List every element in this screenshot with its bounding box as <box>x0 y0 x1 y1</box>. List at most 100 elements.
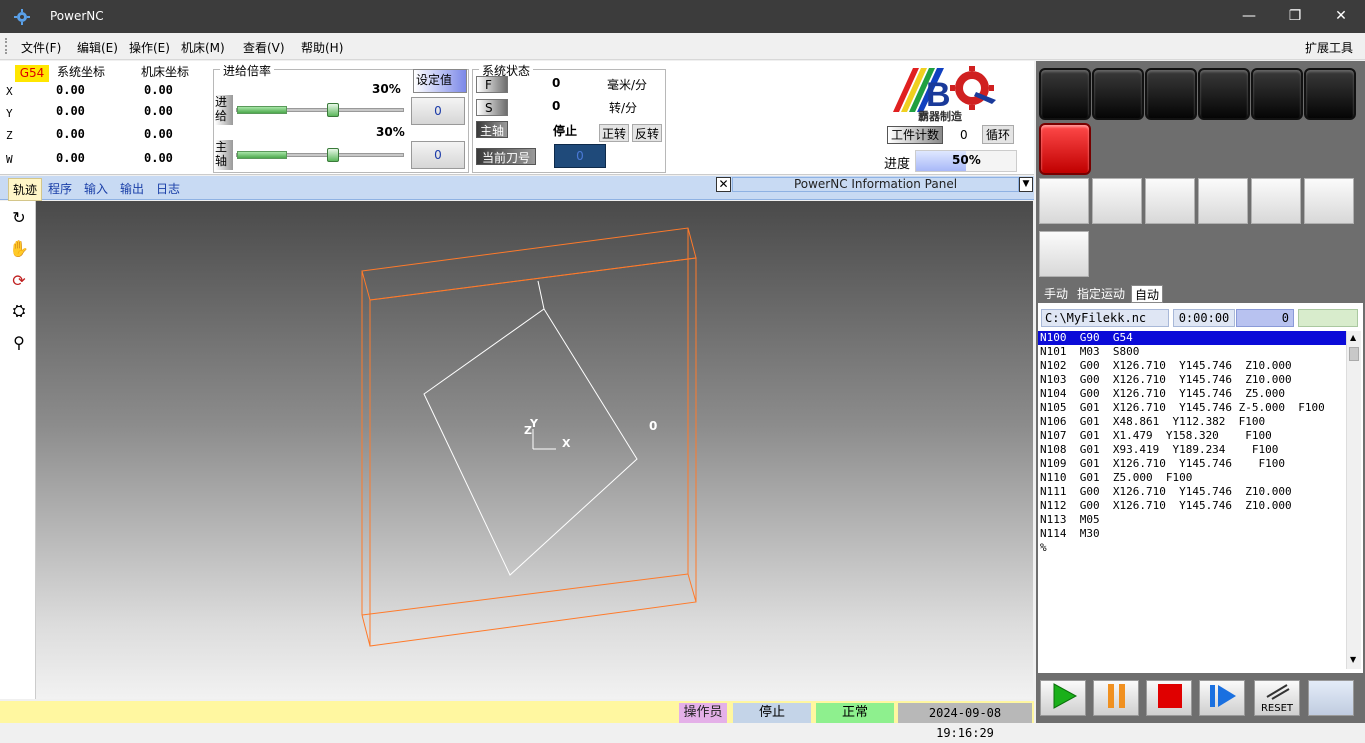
gcode-scrollbar[interactable]: ▲ ▼ <box>1346 331 1361 669</box>
gcode-line[interactable]: N111 G00 X126.710 Y145.746 Z10.000 <box>1038 485 1346 499</box>
feed-slider-fill <box>237 106 287 114</box>
feed-hold-button[interactable] <box>1093 680 1139 716</box>
function-button-2[interactable] <box>1092 68 1144 120</box>
reset-button[interactable]: RESET <box>1254 680 1300 716</box>
feed-percent: 30% <box>372 82 401 96</box>
info-panel-close-icon[interactable]: ✕ <box>716 177 731 192</box>
key-button-3[interactable] <box>1145 178 1195 224</box>
key-button-2[interactable] <box>1092 178 1142 224</box>
gcode-line[interactable]: N106 G01 X48.861 Y112.382 F100 <box>1038 415 1346 429</box>
progress-bar: 50% <box>915 150 1017 172</box>
step-icon <box>1210 685 1236 707</box>
datetime-status: 2024-09-08 19:16:29 <box>898 703 1032 740</box>
menu-edit[interactable]: 编辑(E) <box>77 39 118 56</box>
gcode-listing[interactable]: N100 G90 G54 N101 M03 S800 N102 G00 X126.7… <box>1038 331 1346 669</box>
scroll-up-icon[interactable]: ▲ <box>1350 333 1356 342</box>
gcode-line[interactable]: N107 G01 X1.479 Y158.320 F100 <box>1038 429 1346 443</box>
scroll-thumb[interactable] <box>1349 347 1359 361</box>
function-button-5[interactable] <box>1251 68 1303 120</box>
pause-icon <box>1108 684 1125 708</box>
menu-extension-tools[interactable]: 扩展工具 <box>1305 39 1353 56</box>
axis-label-y: Y <box>6 107 13 120</box>
minimize-button[interactable]: — <box>1226 0 1272 33</box>
stop-button[interactable] <box>1146 680 1192 716</box>
loop-button[interactable]: 循环 <box>982 125 1014 144</box>
restore-button[interactable]: ❐ <box>1272 0 1318 33</box>
x-machine-value: 0.00 <box>144 83 173 97</box>
function-button-6[interactable] <box>1304 68 1356 120</box>
spindle-slider-thumb[interactable] <box>327 148 339 162</box>
gcode-line[interactable]: N105 G01 X126.710 Y145.746 Z-5.000 F100 <box>1038 401 1346 415</box>
function-button-4[interactable] <box>1198 68 1250 120</box>
feed-slider[interactable] <box>236 103 404 117</box>
spindle-speed-unit: 转/分 <box>609 101 638 115</box>
progress-text: 50% <box>952 153 981 167</box>
operator-status: 操作员 <box>679 703 727 723</box>
single-step-button[interactable] <box>1199 680 1245 716</box>
tab-input[interactable]: 输入 <box>84 180 108 197</box>
w-system-value: 0.00 <box>56 151 85 165</box>
status-bar: 操作员 停止 正常 2024-09-08 19:16:29 <box>0 701 1034 740</box>
menu-machine[interactable]: 机床(M) <box>181 39 225 56</box>
gcode-line[interactable]: N109 G01 X126.710 Y145.746 F100 <box>1038 457 1346 471</box>
gcode-line[interactable]: N103 G00 X126.710 Y145.746 Z10.000 <box>1038 373 1346 387</box>
blank-control-button[interactable] <box>1308 680 1354 716</box>
toolpath-drawing <box>361 227 697 647</box>
zoom-fit-icon[interactable]: ⛭ <box>7 299 31 323</box>
gcode-line[interactable]: N108 G01 X93.419 Y189.234 F100 <box>1038 443 1346 457</box>
gcode-line[interactable]: N102 G00 X126.710 Y145.746 Z10.000 <box>1038 359 1346 373</box>
key-button-5[interactable] <box>1251 178 1301 224</box>
key-button-7[interactable] <box>1039 231 1089 277</box>
emergency-button[interactable] <box>1039 123 1091 175</box>
system-coord-label: 系统坐标 <box>57 65 106 79</box>
close-button[interactable]: ✕ <box>1318 0 1364 33</box>
key-button-4[interactable] <box>1198 178 1248 224</box>
cycle-start-button[interactable] <box>1040 680 1086 716</box>
gcode-line[interactable]: N100 G90 G54 <box>1038 331 1346 345</box>
orbit-icon[interactable]: ⟳ <box>7 269 31 293</box>
menu-file[interactable]: 文件(F) <box>21 39 61 56</box>
gcode-line[interactable]: N101 M03 S800 <box>1038 345 1346 359</box>
scroll-down-icon[interactable]: ▼ <box>1350 655 1356 664</box>
toolpath-viewport[interactable]: X Y Z 0 <box>36 201 1033 699</box>
wcs-badge[interactable]: G54 <box>15 65 49 82</box>
tab-trajectory[interactable]: 轨迹 <box>8 178 43 201</box>
gcode-line[interactable]: N113 M05 <box>1038 513 1346 527</box>
spindle-ccw-button[interactable]: 反转 <box>632 124 662 142</box>
spindle-percent: 30% <box>376 125 405 139</box>
tab-output[interactable]: 输出 <box>120 180 144 197</box>
pan-hand-icon[interactable]: ✋ <box>7 237 31 261</box>
zoom-icon[interactable]: ⚲ <box>7 331 31 355</box>
menu-help[interactable]: 帮助(H) <box>301 39 343 56</box>
coordinate-panel: G54 系统坐标 机床坐标 X 0.00 0.00 Y 0.00 0.00 Z … <box>0 61 210 174</box>
key-button-1[interactable] <box>1039 178 1089 224</box>
key-button-6[interactable] <box>1304 178 1354 224</box>
gcode-line[interactable]: N112 G00 X126.710 Y145.746 Z10.000 <box>1038 499 1346 513</box>
function-button-1[interactable] <box>1039 68 1091 120</box>
y-system-value: 0.00 <box>56 104 85 118</box>
rotate-icon[interactable]: ↻ <box>7 206 31 230</box>
window-title: PowerNC <box>50 9 104 23</box>
tab-manual[interactable]: 手动 <box>1041 285 1071 303</box>
feed-value-box[interactable]: 0 <box>411 97 465 125</box>
feed-label: 进给 <box>215 95 233 125</box>
feed-slider-thumb[interactable] <box>327 103 339 117</box>
tab-log[interactable]: 日志 <box>156 180 180 197</box>
gcode-line[interactable]: N104 G00 X126.710 Y145.746 Z5.000 <box>1038 387 1346 401</box>
function-button-3[interactable] <box>1145 68 1197 120</box>
workpiece-count-button[interactable]: 工件计数 <box>887 126 943 144</box>
gcode-line[interactable]: N110 G01 Z5.000 F100 <box>1038 471 1346 485</box>
current-tool-value: 0 <box>554 144 606 168</box>
info-panel-dropdown-icon[interactable]: ▼ <box>1019 177 1033 192</box>
menu-view[interactable]: 查看(V) <box>243 39 285 56</box>
gcode-line[interactable]: % <box>1038 541 1346 555</box>
spindle-cw-button[interactable]: 正转 <box>599 124 629 142</box>
spindle-value-box[interactable]: 0 <box>411 141 465 169</box>
tab-program[interactable]: 程序 <box>48 180 72 197</box>
spindle-slider[interactable] <box>236 148 404 162</box>
tab-auto[interactable]: 自动 <box>1131 285 1164 303</box>
set-value-button[interactable]: 设定值 <box>413 69 467 93</box>
tab-jog-motion[interactable]: 指定运动 <box>1074 285 1128 303</box>
gcode-line[interactable]: N114 M30 <box>1038 527 1346 541</box>
menu-operate[interactable]: 操作(E) <box>129 39 170 56</box>
